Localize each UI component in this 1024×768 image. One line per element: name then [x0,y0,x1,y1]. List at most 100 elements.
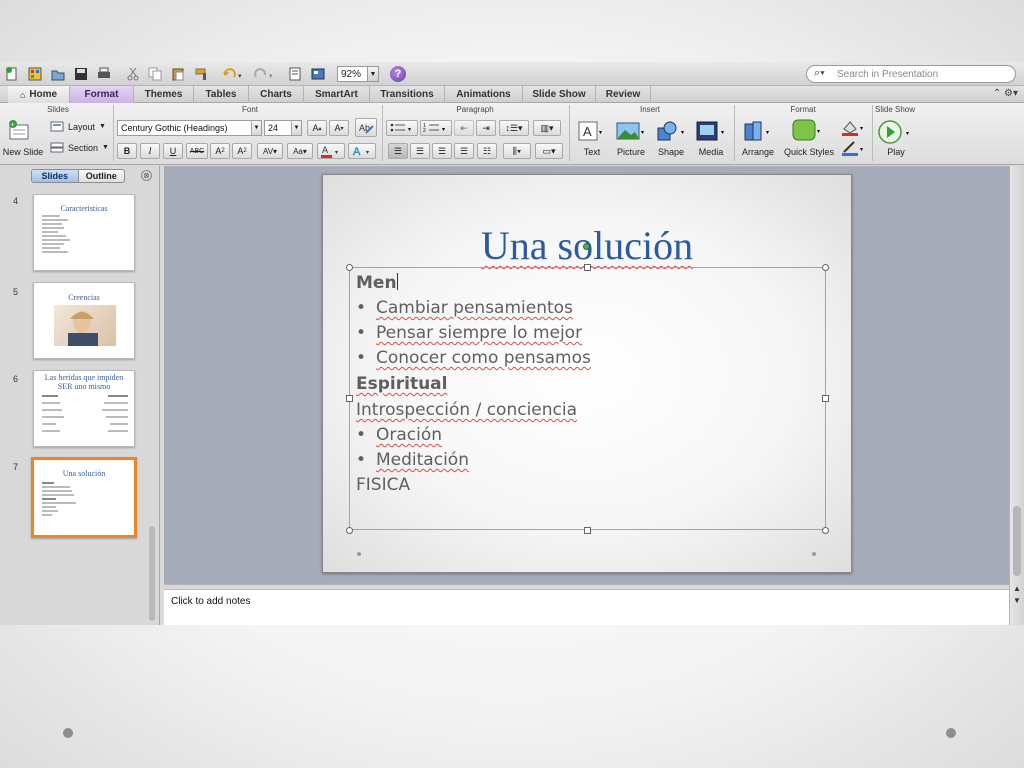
notes-pane[interactable]: Click to add notes [164,589,1009,625]
content-textbox[interactable]: Men • Cambiar pensamientos • Pensar siempr… [349,267,826,530]
font-size-select[interactable]: 24 ▼ [264,120,302,136]
new-slide-label[interactable]: New Slide [2,147,44,157]
slides-pane-scrollbar[interactable] [149,526,155,621]
tab-animations[interactable]: Animations [445,86,523,103]
play-label[interactable]: Play [882,147,910,157]
close-icon[interactable]: ⊗ [141,170,152,181]
line-spacing-icon[interactable]: ↕☰▾ [499,120,529,136]
resize-handle[interactable] [346,527,353,534]
decrease-indent-icon[interactable]: ⇤ [454,120,474,136]
quick-styles-label[interactable]: Quick Styles [782,147,836,157]
shrink-font-icon[interactable]: A ▾ [329,120,349,136]
help-icon[interactable]: ? [390,66,406,82]
scrollbar-thumb[interactable] [1013,506,1021,576]
tab-smartart[interactable]: SmartArt [304,86,370,103]
resize-handle[interactable] [346,264,353,271]
shape-label[interactable]: Shape [655,147,687,157]
tab-format[interactable]: Format [70,86,134,103]
clear-formatting-icon[interactable]: Ab [355,118,377,137]
text-direction-icon[interactable]: ⫼▾ [503,143,531,159]
media-browser-icon[interactable] [309,65,326,82]
change-case-icon[interactable]: Aa▾ [287,143,313,159]
justify-icon[interactable]: ☰ [454,143,474,159]
tab-themes[interactable]: Themes [134,86,194,103]
print-icon[interactable] [95,65,112,82]
search-input[interactable]: ⌕▾ Search in Presentation [806,65,1016,83]
shape-icon[interactable]: ▾ [655,120,687,144]
subscript-icon[interactable]: A2 [232,143,252,159]
bullets-icon[interactable]: ▾ [386,120,418,136]
media-icon[interactable]: ▾ [695,120,727,144]
copy-icon[interactable] [146,65,163,82]
slide-thumbnail-6[interactable]: Las heridas que impiden SER uno mismo [33,370,135,447]
bold-icon[interactable]: B [117,143,137,159]
media-label[interactable]: Media [695,147,727,157]
ribbon-options-icon[interactable]: ⌃ ⚙▾ [993,88,1018,99]
align-text-icon[interactable]: ▭▾ [535,143,563,159]
font-color-icon[interactable]: A ▾ [317,143,345,159]
save-icon[interactable] [72,65,89,82]
font-name-select[interactable]: Century Gothic (Headings) ▼ [117,120,262,136]
italic-icon[interactable]: I [140,143,160,159]
scroll-down-icon[interactable]: ▼ [1013,596,1021,605]
tab-tables[interactable]: Tables [194,86,249,103]
section-button[interactable]: Section ▼ [50,142,109,153]
tab-outline[interactable]: Outline [79,170,125,182]
cut-icon[interactable] [124,65,141,82]
underline-icon[interactable]: U [163,143,183,159]
align-center-icon[interactable]: ☰ [410,143,430,159]
align-right-icon[interactable]: ☰ [432,143,452,159]
svg-text:A: A [353,146,361,158]
quick-styles-icon[interactable]: ▾ [790,118,824,144]
resize-handle[interactable] [584,527,591,534]
tab-slides[interactable]: Slides [32,170,79,182]
tab-slide-show[interactable]: Slide Show [523,86,596,103]
paste-icon[interactable] [169,65,186,82]
resize-handle[interactable] [346,395,353,402]
scroll-up-icon[interactable]: ▲ [1013,584,1021,593]
arrange-icon[interactable]: ▾ [742,120,774,144]
slide-thumbnail-5[interactable]: Creencias [33,282,135,359]
text-effects-icon[interactable]: A ▾ [348,143,376,159]
tab-review[interactable]: Review [596,86,651,103]
rotation-handle[interactable] [583,243,590,250]
redo-icon[interactable]: ▾ [251,65,277,82]
tab-transitions[interactable]: Transitions [370,86,445,103]
vertical-scrollbar[interactable]: ▲ ▼ [1009,166,1024,625]
superscript-icon[interactable]: A2 [210,143,230,159]
text-label[interactable]: Text [577,147,607,157]
slide-thumbnail-4[interactable]: Caracteristicas [33,194,135,271]
play-icon[interactable]: ▾ [878,119,914,145]
tab-home[interactable]: ⌂ Home [8,86,70,103]
zoom-select[interactable]: 92% ▼ [337,66,379,82]
text-box-icon[interactable]: A ▾ [577,120,605,144]
arrange-label[interactable]: Arrange [738,147,778,157]
slide-thumbnail-7[interactable]: Una solución [31,457,137,538]
distributed-icon[interactable]: ☷ [477,143,497,159]
picture-label[interactable]: Picture [614,147,648,157]
undo-icon[interactable]: ▾ [220,65,246,82]
resize-handle[interactable] [822,264,829,271]
shape-fill-icon[interactable]: ▾ [840,119,866,137]
current-slide[interactable]: Una solución Men • Cambiar pensamientos •… [322,174,852,573]
gallery-icon[interactable] [26,65,43,82]
new-document-icon[interactable] [3,65,20,82]
character-spacing-icon[interactable]: AV▾ [257,143,283,159]
resize-handle[interactable] [584,264,591,271]
tab-charts[interactable]: Charts [249,86,304,103]
new-slide-icon[interactable]: + [7,119,31,143]
increase-indent-icon[interactable]: ⇥ [476,120,496,136]
numbering-icon[interactable]: 1 2 ▾ [420,120,452,136]
format-painter-icon[interactable] [193,65,210,82]
resize-handle[interactable] [822,395,829,402]
slide-view-icon[interactable] [286,65,303,82]
strikethrough-icon[interactable]: ABC [186,143,208,159]
grow-font-icon[interactable]: A ▴ [307,120,327,136]
open-folder-icon[interactable] [49,65,66,82]
layout-button[interactable]: Layout ▼ [50,121,106,132]
align-left-icon[interactable]: ☰ [388,143,408,159]
picture-icon[interactable]: ▾ [615,120,647,144]
columns-icon[interactable]: ▥▾ [533,120,561,136]
resize-handle[interactable] [822,527,829,534]
shape-outline-icon[interactable]: ▾ [840,140,866,158]
